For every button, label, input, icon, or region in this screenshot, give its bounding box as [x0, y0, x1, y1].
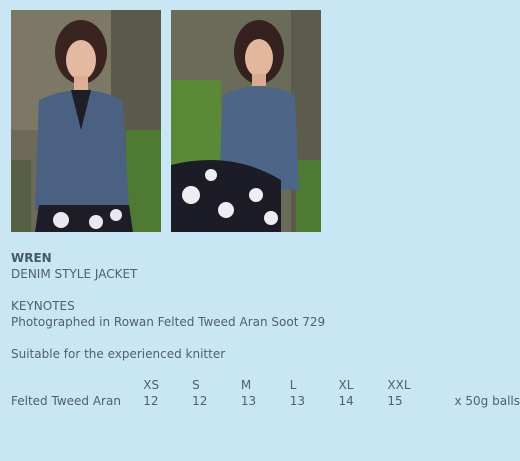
size-header: XS [143, 378, 160, 392]
quantity-cell: 13 [289, 394, 305, 408]
size-header-row: XS S M L XL XXL [11, 377, 520, 393]
size-quantity-row: Felted Tweed Aran 12 12 13 13 14 15 x 50… [11, 393, 520, 409]
size-header: XXL [387, 378, 411, 392]
quantity-unit: x 50g balls [454, 394, 520, 408]
keynotes-yarn-note: Photographed in Rowan Felted Tweed Aran … [11, 315, 326, 329]
photo-model-standing [11, 10, 161, 232]
size-header: M [240, 378, 252, 392]
size-header: L [289, 378, 297, 392]
photo-image [11, 10, 161, 232]
size-table: XS S M L XL XXL Felted Tweed Aran 12 12 … [11, 377, 520, 409]
quantity-cell: 13 [240, 394, 257, 408]
photo-model-seated [171, 10, 321, 232]
yarn-name: Felted Tweed Aran [11, 394, 121, 408]
quantity-cell: 12 [143, 394, 159, 408]
pattern-subtitle: DENIM STYLE JACKET [11, 267, 138, 281]
size-header: XL [338, 378, 354, 392]
quantity-cell: 12 [192, 394, 208, 408]
keynotes-skill-level: Suitable for the experienced knitter [11, 347, 226, 361]
pattern-name: WREN [11, 251, 52, 265]
keynotes-heading: KEYNOTES [11, 299, 75, 313]
quantity-cell: 15 [387, 394, 403, 408]
quantity-cell: 14 [338, 394, 354, 408]
size-header: S [192, 378, 200, 392]
photo-image [171, 10, 321, 232]
